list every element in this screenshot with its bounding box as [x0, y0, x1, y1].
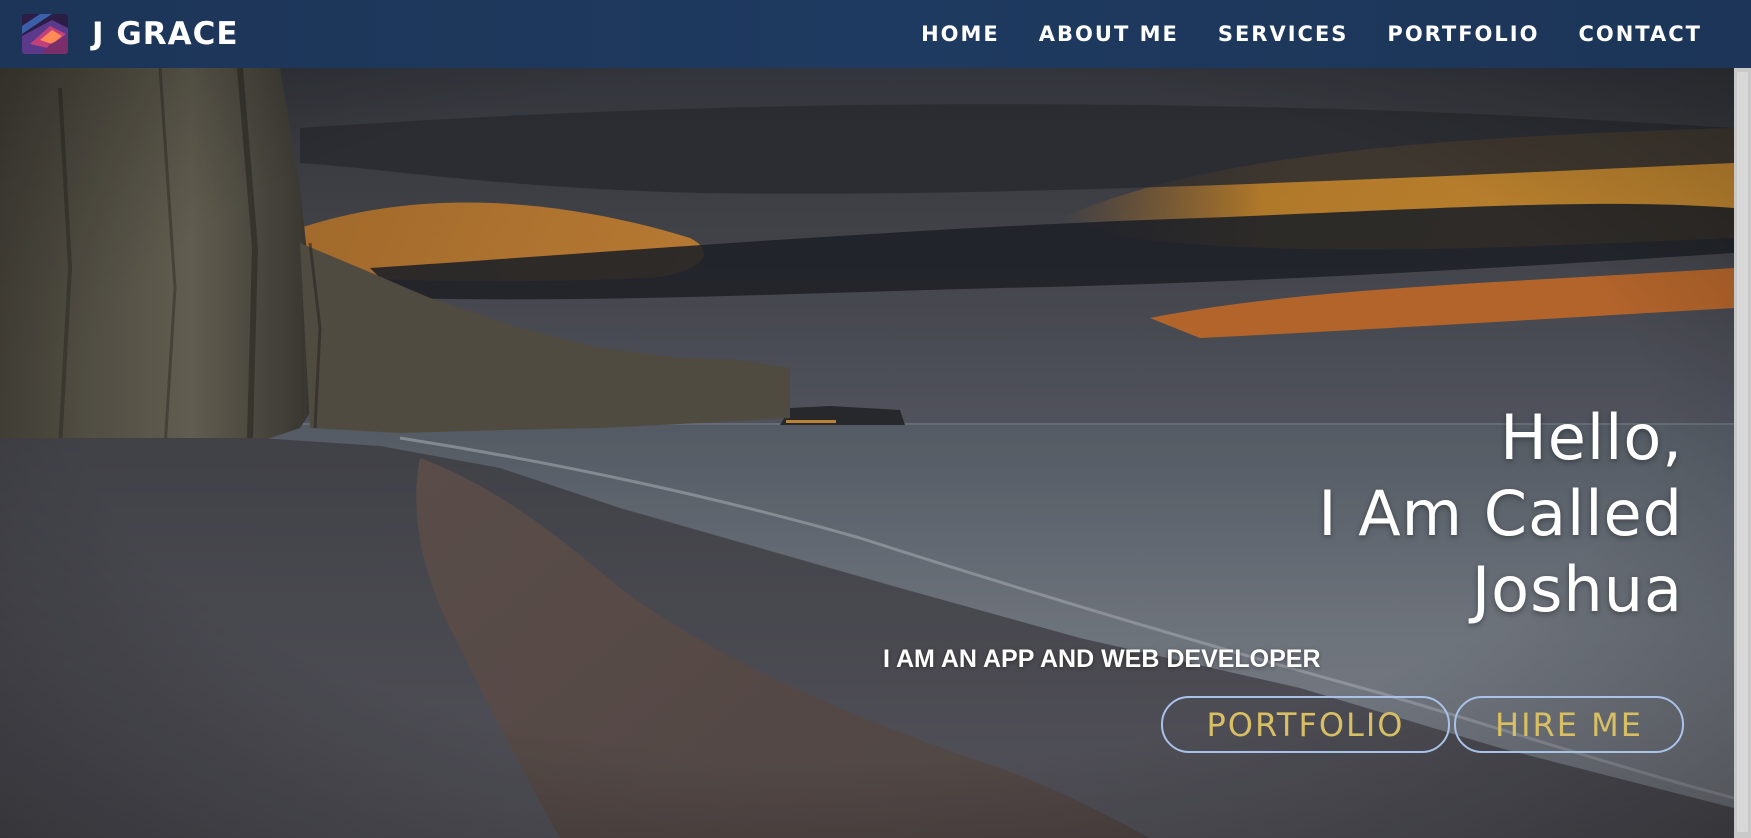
portfolio-button[interactable]: PORTFOLIO	[1161, 696, 1450, 753]
nav-home[interactable]: HOME	[921, 22, 1000, 46]
hire-me-button[interactable]: HIRE ME	[1454, 696, 1684, 753]
page-scrollbar[interactable]	[1734, 68, 1751, 838]
greeting-line-2: I Am Called	[1318, 477, 1683, 550]
brand-name: J GRACE	[92, 16, 239, 52]
nav-about-me[interactable]: ABOUT ME	[1039, 22, 1179, 46]
greeting-line-1: Hello,	[1500, 401, 1683, 474]
nav-services[interactable]: SERVICES	[1218, 22, 1349, 46]
top-navbar: J GRACE HOME ABOUT ME SERVICES PORTFOLIO…	[0, 0, 1751, 68]
abstract-logo-icon	[22, 14, 68, 54]
scrollbar-thumb[interactable]	[1737, 72, 1748, 832]
nav-contact[interactable]: CONTACT	[1578, 22, 1702, 46]
greeting-line-3: Joshua	[1471, 553, 1683, 626]
brand-logo[interactable]: J GRACE	[22, 14, 239, 54]
hero-greeting: Hello, I Am Called Joshua	[983, 400, 1683, 628]
hero-tagline: I AM AN APP AND WEB DEVELOPER	[883, 645, 1321, 673]
main-nav: HOME ABOUT ME SERVICES PORTFOLIO CONTACT	[882, 0, 1702, 68]
nav-portfolio[interactable]: PORTFOLIO	[1387, 22, 1539, 46]
